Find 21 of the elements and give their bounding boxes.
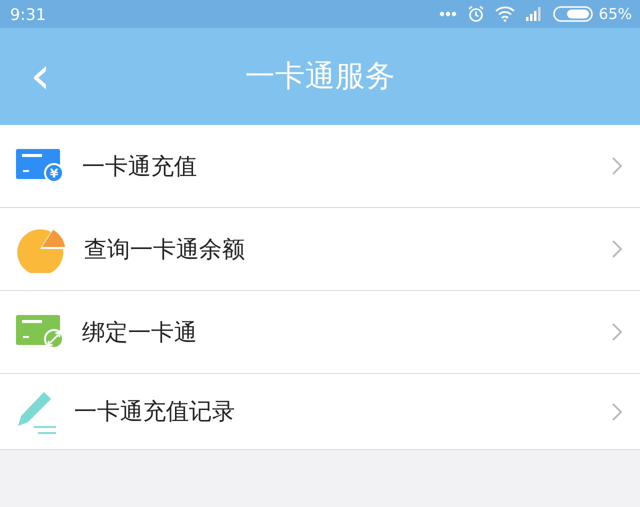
chevron-right-icon (612, 157, 622, 175)
card-icon (16, 315, 64, 349)
menu-item[interactable]: 一卡通充值记录 (0, 374, 640, 450)
battery-icon (552, 6, 593, 22)
alarm-icon (466, 5, 485, 23)
signal-icon (524, 7, 543, 21)
wifi-icon (494, 6, 515, 22)
more-icon (438, 11, 457, 17)
menu-item[interactable]: 绑定一卡通 (0, 291, 640, 374)
menu-item-label: 一卡通充值 (82, 152, 198, 182)
chevron-right-icon (612, 323, 622, 341)
menu-item-label: 查询一卡通余额 (84, 236, 246, 264)
menu-item-label: 绑定一卡通 (82, 318, 198, 348)
page-title: 一卡通服务 (245, 58, 395, 96)
battery-percent: 65% (598, 5, 632, 23)
menu-item[interactable]: ¥ 一卡通充值 (0, 125, 640, 208)
menu-item-label: 一卡通充值记录 (74, 398, 236, 427)
chevron-right-icon (612, 240, 622, 258)
chevron-right-icon (612, 402, 622, 420)
menu-item[interactable]: 查询一卡通余额 (0, 208, 640, 291)
status-time: 9:31 (10, 4, 46, 24)
